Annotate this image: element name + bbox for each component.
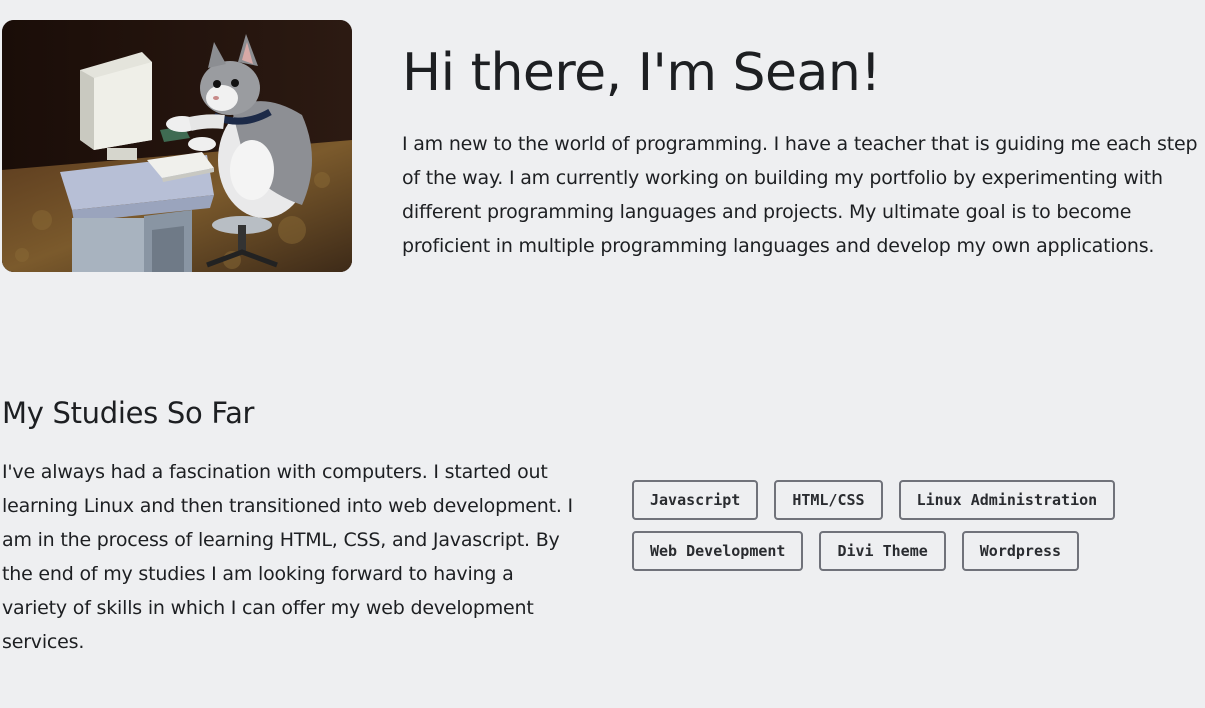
- page-title: Hi there, I'm Sean!: [402, 43, 881, 103]
- skills-row: Javascript HTML/CSS Linux Administration: [632, 480, 1192, 520]
- skill-tag-web-development: Web Development: [632, 531, 804, 571]
- studies-heading: My Studies So Far: [2, 396, 255, 430]
- portfolio-page: Hi there, I'm Sean! I am new to the worl…: [0, 0, 1205, 708]
- intro-paragraph: I am new to the world of programming. I …: [402, 133, 1198, 257]
- skill-tag-divi-theme: Divi Theme: [819, 531, 946, 571]
- studies-paragraph: I've always had a fascination with compu…: [2, 461, 573, 653]
- kitten-at-computer-illustration: [2, 20, 352, 272]
- skills-tag-list: Javascript HTML/CSS Linux Administration…: [632, 480, 1192, 582]
- skill-tag-wordpress: Wordpress: [961, 531, 1080, 571]
- skill-tag-html-css: HTML/CSS: [774, 480, 883, 520]
- skill-tag-javascript: Javascript: [632, 480, 759, 520]
- skill-tag-linux-administration: Linux Administration: [898, 480, 1116, 520]
- skills-row: Web Development Divi Theme Wordpress: [632, 531, 1192, 571]
- kitten-computer-image: [2, 20, 352, 272]
